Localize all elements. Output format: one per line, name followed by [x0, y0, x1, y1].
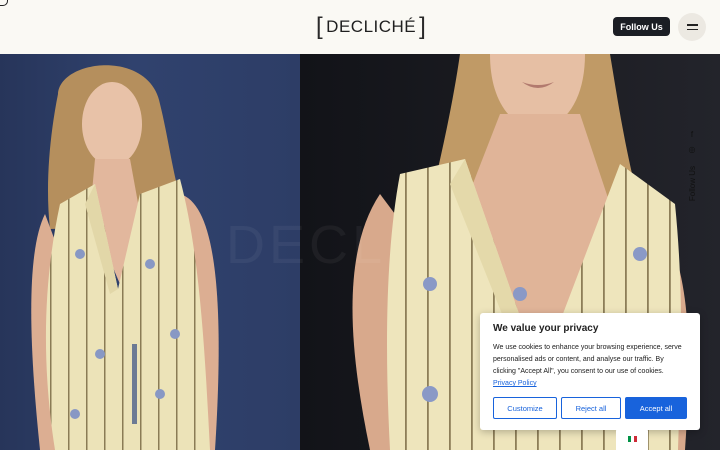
cookie-buttons: Customize Reject all Accept all	[493, 397, 687, 419]
reject-all-button[interactable]: Reject all	[561, 397, 621, 419]
side-follow-label: Follow Us	[687, 166, 697, 202]
side-social-bar: f ◎ Follow Us	[684, 130, 700, 201]
cookie-body: We use cookies to enhance your browsing …	[493, 342, 687, 390]
hamburger-icon	[686, 24, 698, 26]
logo-text: DECLICHÉ	[326, 17, 417, 36]
logo-bracket-right: ]	[419, 13, 427, 40]
italy-flag-icon	[627, 436, 637, 442]
corner-mark	[0, 0, 8, 6]
hero-watermark: DECL	[226, 215, 387, 275]
follow-us-button[interactable]: Follow Us	[613, 17, 670, 36]
accept-all-button[interactable]: Accept all	[625, 397, 687, 419]
cookie-title: We value your privacy	[493, 323, 599, 334]
site-header: [ DECLICHÉ ] Follow Us	[0, 0, 720, 54]
privacy-policy-link[interactable]: Privacy Policy	[493, 380, 537, 387]
hamburger-icon-line	[686, 28, 698, 30]
logo-bracket-left: [	[316, 13, 324, 40]
instagram-icon[interactable]: ◎	[689, 145, 696, 154]
facebook-icon[interactable]: f	[691, 130, 693, 139]
cookie-consent-banner: We value your privacy We use cookies to …	[480, 313, 700, 430]
menu-button[interactable]	[678, 13, 706, 41]
customize-button[interactable]: Customize	[493, 397, 557, 419]
cookie-body-text: We use cookies to enhance your browsing …	[493, 344, 682, 375]
site-logo[interactable]: [ DECLICHÉ ]	[316, 14, 426, 40]
language-switcher[interactable]	[616, 428, 648, 450]
